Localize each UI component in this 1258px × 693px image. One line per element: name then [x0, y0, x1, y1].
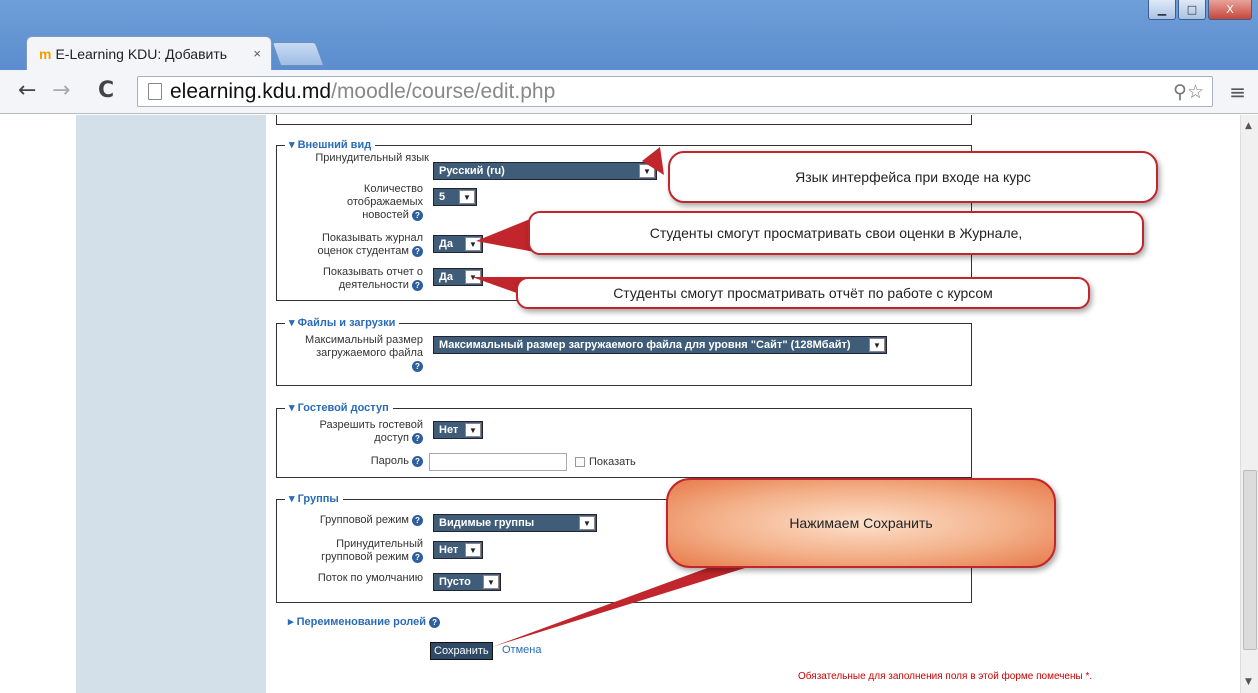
scroll-down-icon[interactable]: ▼ — [1245, 677, 1252, 687]
scrollbar-thumb[interactable] — [1243, 470, 1257, 650]
browser-toolbar: ← → C elearning.kdu.md/moodle/course/edi… — [0, 70, 1258, 114]
new-tab-button[interactable] — [271, 42, 325, 66]
close-window-button[interactable]: X — [1208, 0, 1252, 20]
save-callout: Нажимаем Сохранить — [666, 478, 1056, 568]
tab-title: E-Learning KDU: Добавить — [55, 45, 228, 62]
zoom-bookmark-icon[interactable]: ⚲☆ — [1173, 81, 1204, 104]
browser-tab[interactable]: m E-Learning KDU: Добавить × — [26, 36, 272, 70]
page-scrollbar[interactable]: ▲ ▼ — [1240, 115, 1258, 693]
menu-icon[interactable]: ≡ — [1229, 80, 1246, 104]
grades-callout: Студенты смогут просматривать свои оценк… — [528, 211, 1144, 255]
address-bar[interactable]: elearning.kdu.md/moodle/course/edit.php … — [137, 76, 1213, 107]
lang-callout-pointer — [642, 147, 664, 175]
moodle-favicon-icon: m — [39, 45, 52, 62]
forward-icon[interactable]: → — [52, 78, 70, 103]
url-path: /moodle/course/edit.php — [331, 79, 556, 103]
back-icon[interactable]: ← — [18, 78, 36, 103]
page-icon — [148, 83, 162, 100]
minimize-button[interactable]: ▁ — [1148, 0, 1176, 20]
tab-close-icon[interactable]: × — [253, 46, 261, 61]
report-callout: Студенты смогут просматривать отчёт по р… — [516, 277, 1090, 309]
reload-icon[interactable]: C — [98, 78, 114, 103]
browser-titlebar: ▁ □ X m E-Learning KDU: Добавить × — [0, 0, 1258, 70]
page-viewport: ▾ Внешний вид Принудительный язык Русски… — [0, 115, 1240, 693]
maximize-button[interactable]: □ — [1178, 0, 1206, 20]
scroll-up-icon[interactable]: ▲ — [1245, 121, 1252, 131]
url-host: elearning.kdu.md — [170, 79, 332, 103]
lang-callout: Язык интерфейса при входе на курс — [668, 151, 1158, 203]
window-controls: ▁ □ X — [1148, 0, 1252, 20]
